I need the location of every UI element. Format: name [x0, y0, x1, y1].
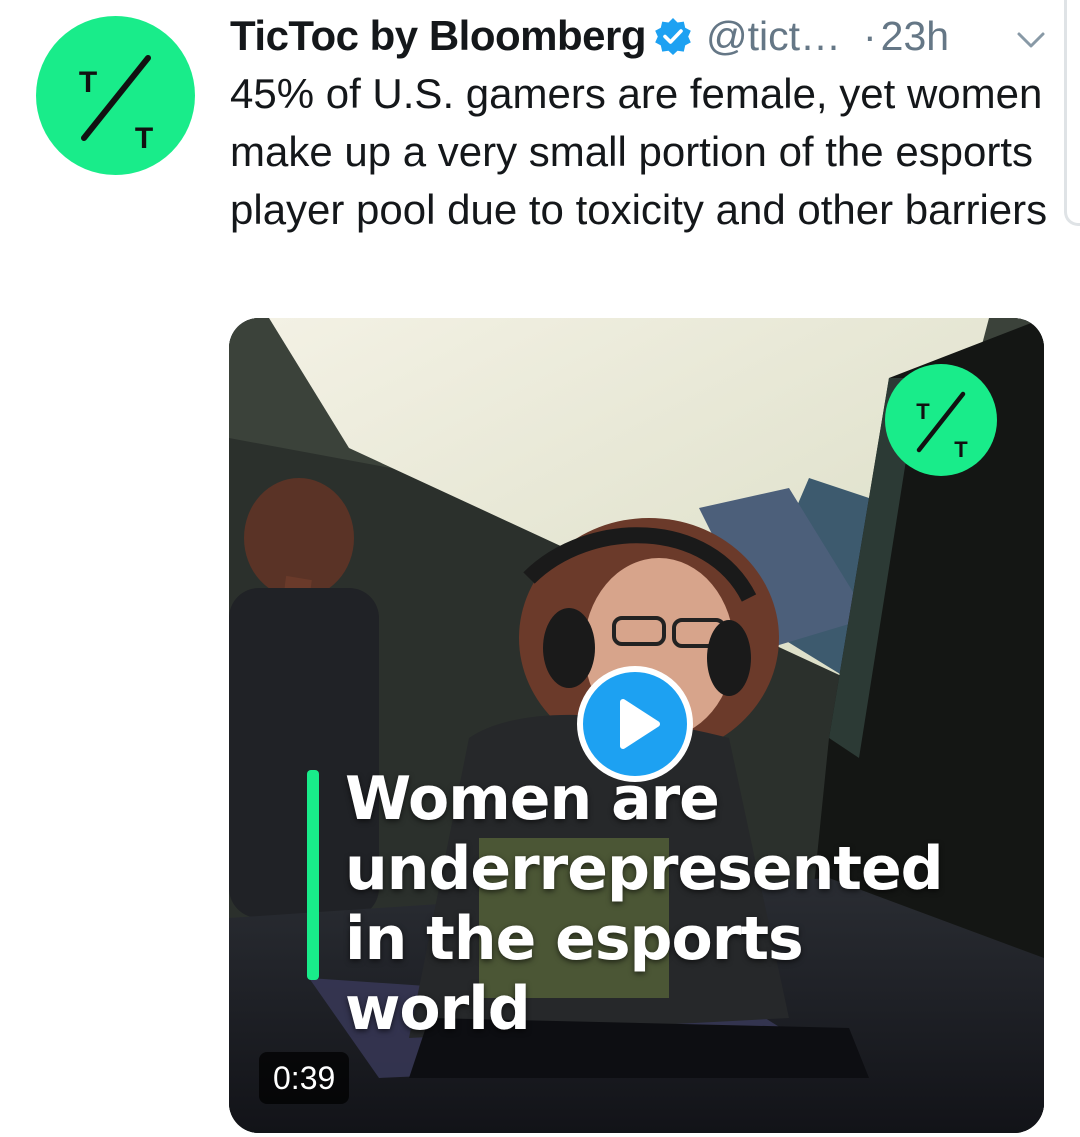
- tictoc-watermark: T T: [885, 364, 997, 476]
- verified-badge-icon: [655, 18, 691, 55]
- svg-text:T: T: [79, 66, 97, 99]
- tictoc-logo-icon: T T: [916, 391, 968, 462]
- scroll-indicator: [1064, 0, 1080, 226]
- avatar[interactable]: T T: [36, 16, 195, 175]
- tictoc-logo-icon: T T: [79, 55, 153, 155]
- play-icon: [620, 699, 660, 749]
- separator-dot: ·: [863, 12, 877, 59]
- tweet-timestamp[interactable]: 23h: [881, 13, 949, 60]
- svg-text:T: T: [954, 437, 968, 462]
- author-name[interactable]: TicToc by Bloomberg: [230, 12, 647, 60]
- chevron-down-icon[interactable]: [1016, 30, 1046, 50]
- video-caption: Women are underrepresented in the esport…: [345, 764, 944, 1044]
- caption-accent-bar: [307, 770, 319, 980]
- video-duration: 0:39: [259, 1052, 350, 1104]
- svg-text:T: T: [916, 399, 930, 424]
- svg-text:T: T: [135, 122, 153, 155]
- tweet-text: 45% of U.S. gamers are female, yet women…: [230, 70, 1048, 233]
- video-player[interactable]: T T Women are underrepresented in the es…: [229, 318, 1044, 1133]
- tweet-header: TicToc by Bloomberg @tict… · 23h: [230, 8, 1060, 64]
- play-button[interactable]: [577, 666, 693, 782]
- author-handle[interactable]: @tict…: [706, 13, 841, 60]
